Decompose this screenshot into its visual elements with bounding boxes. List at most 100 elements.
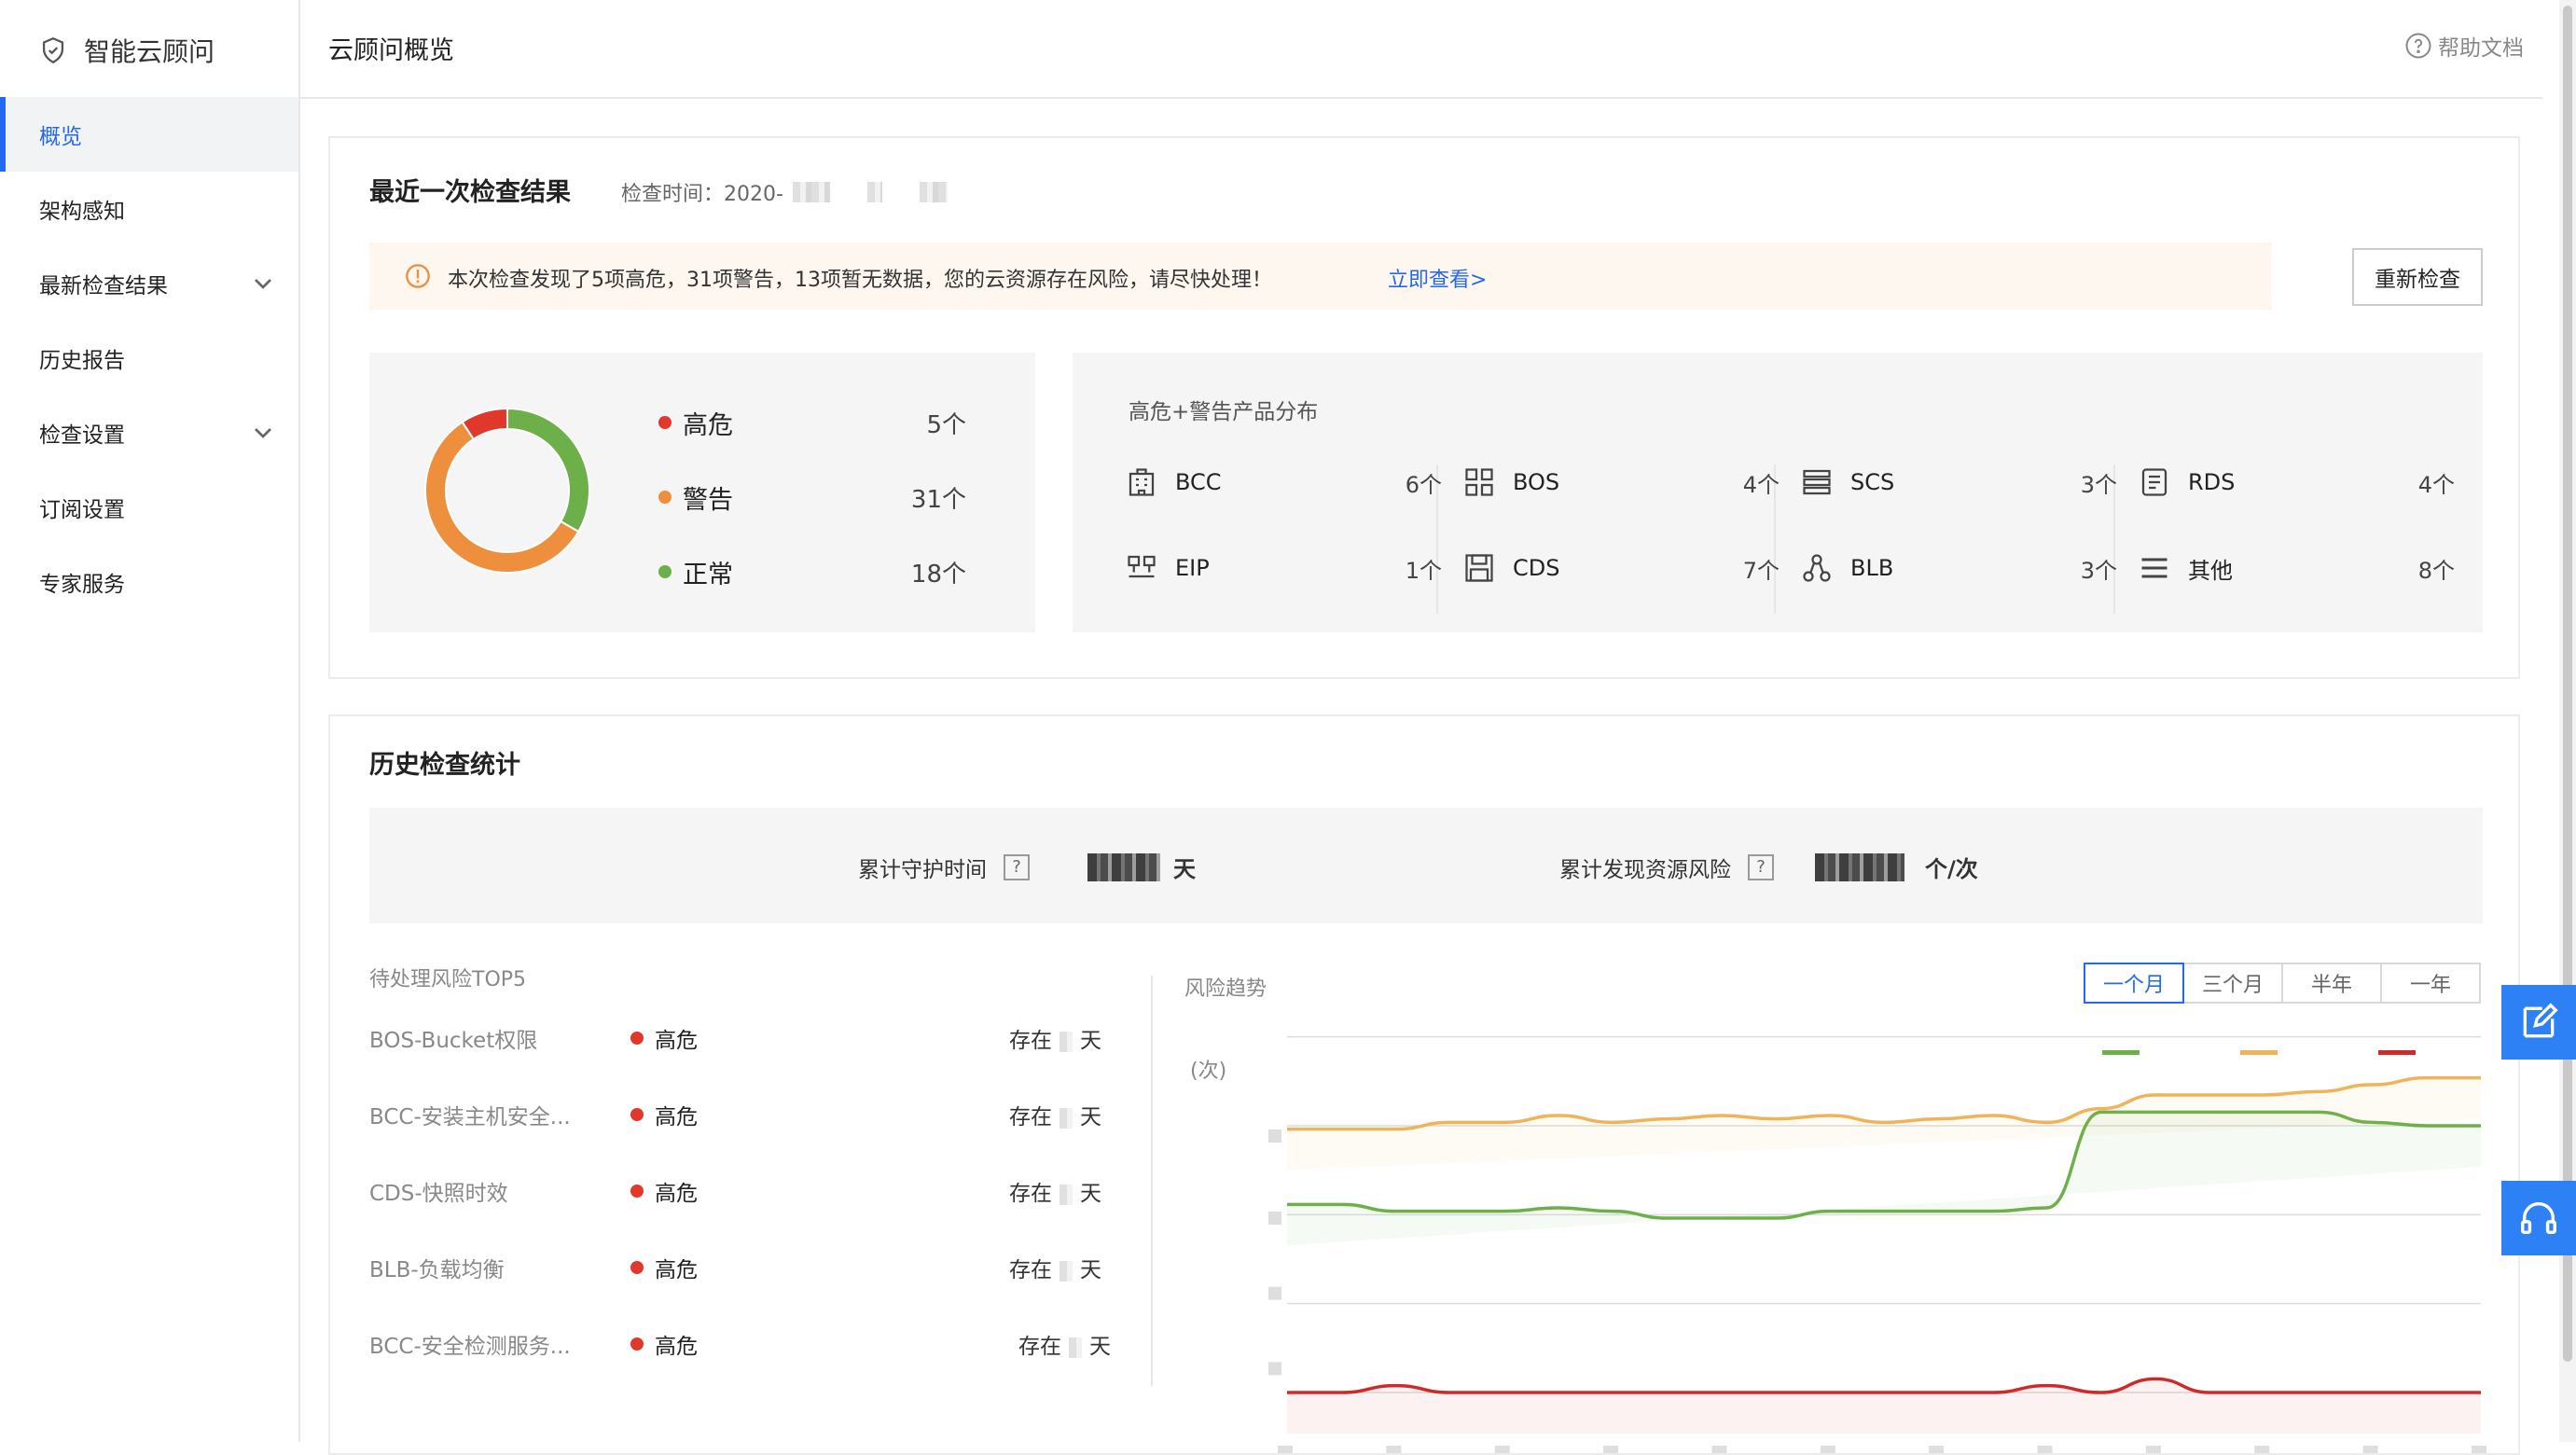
legend-normal: 正常 18个 (658, 548, 966, 595)
exist-label: 存在 (1009, 1029, 1052, 1053)
distribution-title: 高危+警告产品分布 (1129, 400, 1319, 424)
question-circle-icon (2405, 33, 2431, 59)
sidebar-item-label: 专家服务 (39, 573, 125, 597)
product-count: 1个 (1405, 557, 1442, 584)
risk-duration: 存在 天 (1009, 1252, 1101, 1283)
legend-warning-series (2240, 1050, 2289, 1055)
product-rds[interactable]: RDS 4个 (2138, 459, 2455, 506)
view-now-link[interactable]: 立即查看> (1388, 263, 1487, 293)
range-three-months[interactable]: 三个月 (2182, 963, 2283, 1004)
risk-name: BCC-安全检测服务... (369, 1335, 571, 1359)
green-dot-icon (658, 565, 672, 578)
product-bos[interactable]: BOS 4个 (1462, 459, 1780, 506)
list-item[interactable]: BOS-Bucket权限 高危 存在 天 (369, 1015, 1115, 1061)
guard-time-unit: 天 (1173, 856, 1196, 882)
guard-time-label: 累计守护时间 (858, 857, 987, 882)
red-dot-icon (630, 1261, 644, 1274)
redacted-value (1059, 1031, 1073, 1052)
sidebar-item-label: 订阅设置 (39, 498, 125, 522)
risk-name: CDS-快照时效 (369, 1182, 508, 1206)
product-count: 8个 (2417, 557, 2455, 584)
product-count: 3个 (2080, 557, 2117, 584)
risk-donut-chart (424, 407, 590, 574)
legend-swatch (2378, 1050, 2416, 1055)
list-icon (2141, 558, 2167, 578)
legend-normal-series (2102, 1050, 2151, 1055)
help-docs-link[interactable]: 帮助文档 (2404, 30, 2524, 62)
recheck-button[interactable]: 重新检查 (2352, 248, 2483, 306)
product-name: SCS (1850, 469, 1895, 495)
product-scs[interactable]: SCS 3个 (1800, 459, 2117, 506)
redacted-value (1087, 852, 1160, 881)
legend-swatch (2240, 1050, 2278, 1055)
risk-level: 高危 (630, 1099, 698, 1130)
risk-level-label: 高危 (655, 1105, 698, 1129)
x-tick-label (2254, 1446, 2270, 1453)
page-header: 云顾问概览 帮助文档 (300, 0, 2542, 99)
sidebar-item-subscription[interactable]: 订阅设置 (0, 470, 298, 545)
list-item[interactable]: BLB-负载均衡 高危 存在 天 (369, 1244, 1115, 1291)
product-name: EIP (1175, 555, 1210, 581)
shield-icon (42, 37, 64, 64)
alert-text: 本次检查发现了5项高危，31项警告，13项暂无数据，您的云资源存在风险，请尽快处… (448, 269, 1272, 292)
sidebar-item-expert-service[interactable]: 专家服务 (0, 545, 298, 619)
day-unit: 天 (1080, 1105, 1101, 1129)
risk-duration: 存在 天 (1009, 1022, 1101, 1054)
range-one-year[interactable]: 一年 (2380, 963, 2481, 1004)
y-tick-label (1268, 1362, 1281, 1376)
sidebar-item-label: 历史报告 (39, 349, 125, 373)
sidebar-item-check-settings[interactable]: 检查设置 (0, 395, 298, 470)
product-cds[interactable]: CDS 7个 (1462, 545, 1780, 591)
orange-dot-icon (658, 491, 672, 504)
red-dot-icon (630, 1108, 644, 1121)
summary-panel: 高危 5个 警告 31个 正常 18个 (369, 353, 1035, 632)
product-name: RDS (2188, 469, 2236, 495)
product-name: CDS (1513, 555, 1560, 581)
sidebar-item-overview[interactable]: 概览 (0, 97, 298, 172)
redacted-value (1815, 852, 1904, 881)
x-tick-label (1929, 1446, 1945, 1453)
x-tick-label (1603, 1446, 1619, 1453)
risk-name: BLB-负载均衡 (369, 1258, 505, 1282)
product-other[interactable]: 其他 8个 (2138, 545, 2455, 591)
list-item[interactable]: CDS-快照时效 高危 存在 天 (369, 1168, 1115, 1214)
day-unit: 天 (1080, 1258, 1101, 1282)
product-bcc[interactable]: BCC 6个 (1125, 459, 1442, 506)
sidebar-item-architecture[interactable]: 架构感知 (0, 172, 298, 246)
list-item[interactable]: BCC-安装主机安全... 高危 存在 天 (369, 1091, 1115, 1138)
support-button[interactable] (2501, 1181, 2576, 1255)
x-tick-label (2472, 1446, 2486, 1453)
exist-label: 存在 (1009, 1182, 1052, 1206)
product-eip[interactable]: EIP 1个 (1125, 545, 1442, 591)
product-blb[interactable]: BLB 3个 (1800, 545, 2117, 591)
grid-icon (1465, 468, 1493, 496)
sidebar-item-latest-results[interactable]: 最新检查结果 (0, 246, 298, 321)
x-tick-label (1278, 1446, 1293, 1453)
risk-level: 高危 (630, 1252, 698, 1283)
risk-level-label: 高危 (655, 1335, 698, 1359)
history-stats-panel: 累计守护时间 ? 天 累计发现资源风险 ? 个/次 (369, 808, 2483, 923)
x-tick-label (2145, 1446, 2161, 1453)
legend-value: 5个 (926, 410, 966, 439)
x-tick-label (2362, 1446, 2378, 1453)
product-name: BLB (1850, 555, 1894, 581)
day-unit: 天 (1080, 1029, 1101, 1053)
disk-icon (1465, 554, 1493, 582)
sidebar-item-history-report[interactable]: 历史报告 (0, 321, 298, 395)
legend-label: 警告 (683, 485, 733, 515)
x-tick-label (1820, 1446, 1835, 1453)
redacted-value (1069, 1337, 1082, 1358)
help-question-icon[interactable]: ? (1748, 853, 1774, 880)
legend-value: 18个 (910, 560, 966, 589)
feedback-button[interactable] (2501, 985, 2576, 1060)
range-half-year[interactable]: 半年 (2281, 963, 2382, 1004)
list-item[interactable]: BCC-安全检测服务... 高危 存在 天 (369, 1321, 1115, 1367)
scrollbar-thumb[interactable] (2563, 6, 2572, 1362)
risk-trend-chart (1268, 1035, 2486, 1453)
x-tick-label (1494, 1446, 1510, 1453)
latest-check-card: 最近一次检查结果 检查时间：2020- 本次检查发现了5项高危，31项警告，13… (328, 136, 2520, 679)
range-one-month[interactable]: 一个月 (2084, 963, 2184, 1004)
help-question-icon[interactable]: ? (1004, 853, 1030, 880)
exist-label: 存在 (1009, 1105, 1052, 1129)
sidebar-brand[interactable]: 智能云顾问 (37, 32, 215, 69)
